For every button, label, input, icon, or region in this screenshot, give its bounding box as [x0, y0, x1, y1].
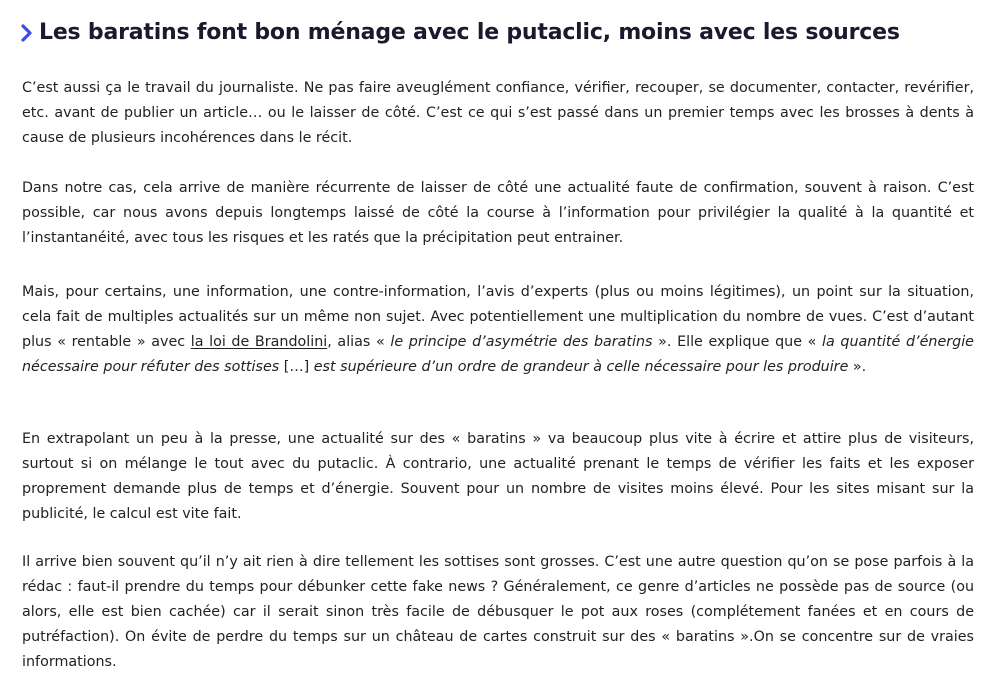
paragraph-4: En extrapolant un peu à la presse, une a… [22, 431, 974, 522]
chevron-right-icon [20, 22, 34, 44]
paragraph-3-text-2: , alias « [327, 334, 391, 350]
paragraph-2: Dans notre cas, cela arrive de manière r… [22, 180, 974, 246]
section-heading-text: Les baratins font bon ménage avec le put… [39, 20, 900, 45]
article-section: Les baratins font bon ménage avec le put… [0, 0, 1000, 691]
section-heading: Les baratins font bon ménage avec le put… [20, 17, 900, 49]
paragraph-3-text-5: ». [848, 359, 867, 375]
paragraph-1: C’est aussi ça le travail du journaliste… [22, 80, 974, 146]
brandolini-law-link[interactable]: la loi de Brandolini [191, 334, 328, 350]
paragraph-3-text-3: ». Elle explique que « [652, 334, 823, 350]
paragraph-3: Mais, pour certains, une information, un… [22, 280, 974, 380]
paragraph-3-text-4: […] [279, 359, 314, 375]
paragraph-5: Il arrive bien souvent qu’il n’y ait rie… [22, 554, 974, 670]
paragraph-3-italic-1: le principe d’asymétrie des baratins [390, 334, 653, 350]
paragraph-3-italic-3: est supérieure d’un ordre de grandeur à … [313, 359, 849, 375]
